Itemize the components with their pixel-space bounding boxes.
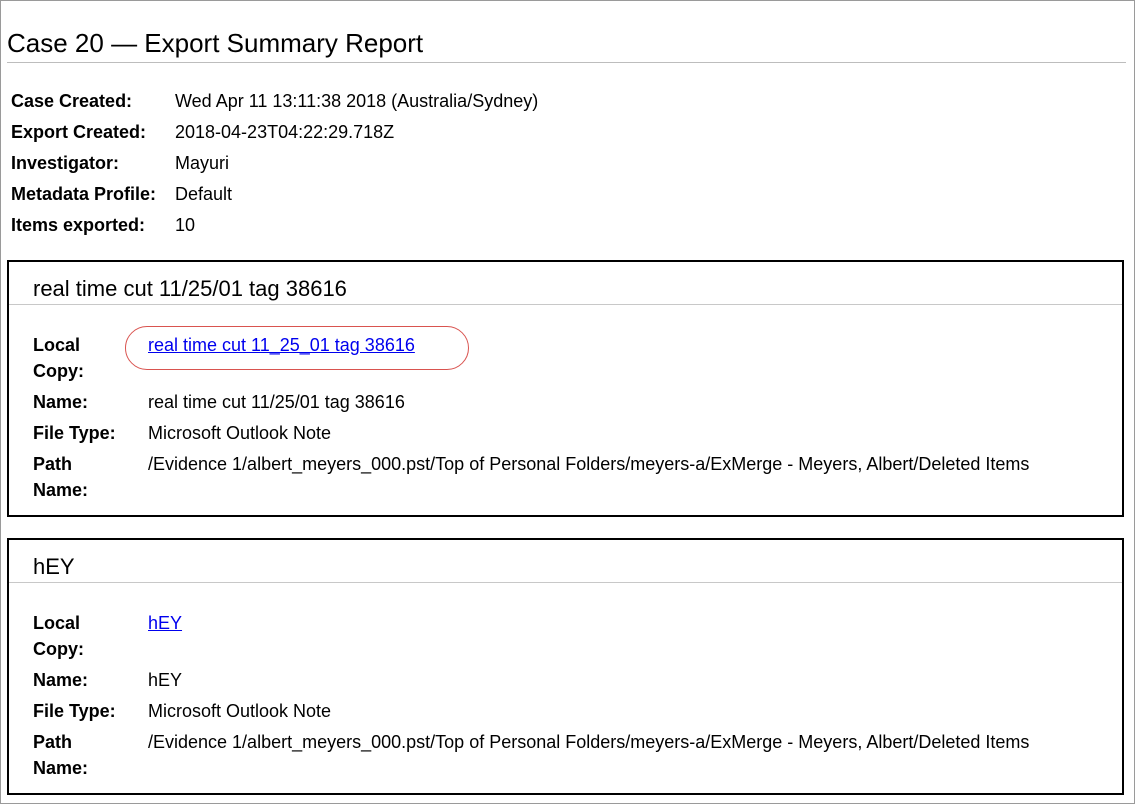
item-heading: real time cut 11/25/01 tag 38616 [33, 276, 347, 301]
field-value: /Evidence 1/albert_meyers_000.pst/Top of… [148, 732, 1030, 752]
field-label: Name: [33, 670, 89, 690]
field-label: File Type: [33, 701, 116, 721]
field-value: real time cut 11_25_01 tag 38616 [148, 332, 1092, 384]
field-value: /Evidence 1/albert_meyers_000.pst/Top of… [148, 454, 1030, 474]
field-value: Microsoft Outlook Note [148, 701, 332, 721]
field-label: Local Copy: [33, 610, 148, 662]
row-name: Name: hEY [33, 667, 1092, 693]
export-item-card: hEY Local Copy: hEY Name: hEY File Type:… [7, 538, 1124, 795]
page-title: Case 20 — Export Summary Report [7, 28, 424, 58]
row-file-type: File Type: Microsoft Outlook Note [33, 420, 1092, 446]
item-details: Local Copy: hEY Name: hEY File Type: Mic… [33, 610, 1092, 786]
meta-value: Default [175, 184, 233, 204]
meta-label: Export Created: [11, 122, 147, 142]
field-label: Path Name: [33, 451, 148, 503]
meta-label: Investigator: [11, 153, 120, 173]
field-label: File Type: [33, 423, 116, 443]
meta-value: 10 [175, 215, 196, 235]
title-divider [7, 62, 1126, 63]
report-page: Case 20 — Export Summary Report Case Cre… [0, 0, 1135, 804]
row-file-type: File Type: Microsoft Outlook Note [33, 698, 1092, 724]
meta-row-case-created: Case Created: Wed Apr 11 13:11:38 2018 (… [11, 89, 538, 120]
row-path-name: Path Name: /Evidence 1/albert_meyers_000… [33, 729, 1092, 781]
meta-label: Case Created: [11, 91, 133, 111]
meta-label: Items exported: [11, 215, 146, 235]
label-line: Local [33, 613, 81, 633]
local-copy-link[interactable]: hEY [148, 613, 182, 633]
row-path-name: Path Name: /Evidence 1/albert_meyers_000… [33, 451, 1092, 503]
meta-value: Mayuri [175, 153, 230, 173]
local-copy-link[interactable]: real time cut 11_25_01 tag 38616 [148, 335, 415, 355]
field-label: Local Copy: [33, 332, 148, 384]
field-value: real time cut 11/25/01 tag 38616 [148, 392, 405, 412]
meta-row-export-created: Export Created: 2018-04-23T04:22:29.718Z [11, 120, 538, 151]
label-line: Path [33, 454, 73, 474]
case-metadata: Case Created: Wed Apr 11 13:11:38 2018 (… [11, 89, 538, 244]
row-local-copy: Local Copy: real time cut 11_25_01 tag 3… [33, 332, 1092, 384]
label-line: Copy: [33, 361, 84, 381]
row-local-copy: Local Copy: hEY [33, 610, 1092, 662]
label-line: Local [33, 335, 81, 355]
field-value: Microsoft Outlook Note [148, 423, 332, 443]
label-line: Name: [33, 758, 89, 778]
label-line: Path [33, 732, 73, 752]
meta-value: 2018-04-23T04:22:29.718Z [175, 122, 395, 142]
meta-row-metadata-profile: Metadata Profile: Default [11, 182, 538, 213]
item-divider [9, 582, 1122, 583]
row-name: Name: real time cut 11/25/01 tag 38616 [33, 389, 1092, 415]
field-label: Name: [33, 392, 89, 412]
label-line: Copy: [33, 639, 84, 659]
item-details: Local Copy: real time cut 11_25_01 tag 3… [33, 332, 1092, 508]
field-label: Path Name: [33, 729, 148, 781]
meta-row-items-exported: Items exported: 10 [11, 213, 538, 244]
item-divider [9, 304, 1122, 305]
meta-value: Wed Apr 11 13:11:38 2018 (Australia/Sydn… [175, 91, 539, 111]
meta-label: Metadata Profile: [11, 184, 157, 204]
field-value: hEY [148, 670, 183, 690]
meta-row-investigator: Investigator: Mayuri [11, 151, 538, 182]
export-item-card: real time cut 11/25/01 tag 38616 Local C… [7, 260, 1124, 517]
item-heading: hEY [33, 554, 75, 579]
field-value: hEY [148, 610, 1092, 662]
label-line: Name: [33, 480, 89, 500]
